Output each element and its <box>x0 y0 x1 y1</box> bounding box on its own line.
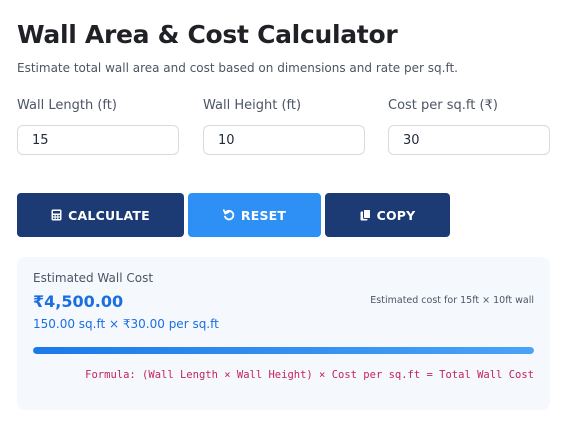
reset-button[interactable]: RESET <box>188 193 321 237</box>
wall-length-field: Wall Length (ft) <box>17 98 179 155</box>
wall-height-input[interactable] <box>203 125 365 155</box>
cost-per-sqft-field: Cost per sq.ft (₹) <box>388 98 550 155</box>
page-title: Wall Area & Cost Calculator <box>17 20 398 49</box>
copy-icon <box>360 209 371 221</box>
copy-label: COPY <box>376 207 416 223</box>
reset-icon <box>222 209 235 221</box>
calculator-icon <box>51 209 62 221</box>
copy-button[interactable]: COPY <box>325 193 450 237</box>
wall-height-field: Wall Height (ft) <box>203 98 365 155</box>
page-subtitle: Estimate total wall area and cost based … <box>17 61 458 75</box>
result-label: Estimated Wall Cost <box>33 271 154 285</box>
progress-fill <box>33 347 534 354</box>
wall-height-label: Wall Height (ft) <box>203 98 302 113</box>
result-card: Estimated Wall Cost ₹4,500.00 Estimated … <box>17 257 550 410</box>
wall-length-input[interactable] <box>17 125 179 155</box>
cost-per-sqft-input[interactable] <box>388 125 550 155</box>
calculate-button[interactable]: CALCULATE <box>17 193 184 237</box>
result-note: Estimated cost for 15ft × 10ft wall <box>370 295 534 306</box>
wall-length-label: Wall Length (ft) <box>17 98 117 113</box>
calculate-label: CALCULATE <box>68 207 150 223</box>
result-detail: 150.00 sq.ft × ₹30.00 per sq.ft <box>33 317 219 331</box>
reset-label: RESET <box>240 207 287 223</box>
progress-bar <box>33 347 534 354</box>
result-amount: ₹4,500.00 <box>33 292 124 311</box>
cost-per-sqft-label: Cost per sq.ft (₹) <box>388 98 498 113</box>
formula-text: Formula: (Wall Length × Wall Height) × C… <box>85 369 534 381</box>
